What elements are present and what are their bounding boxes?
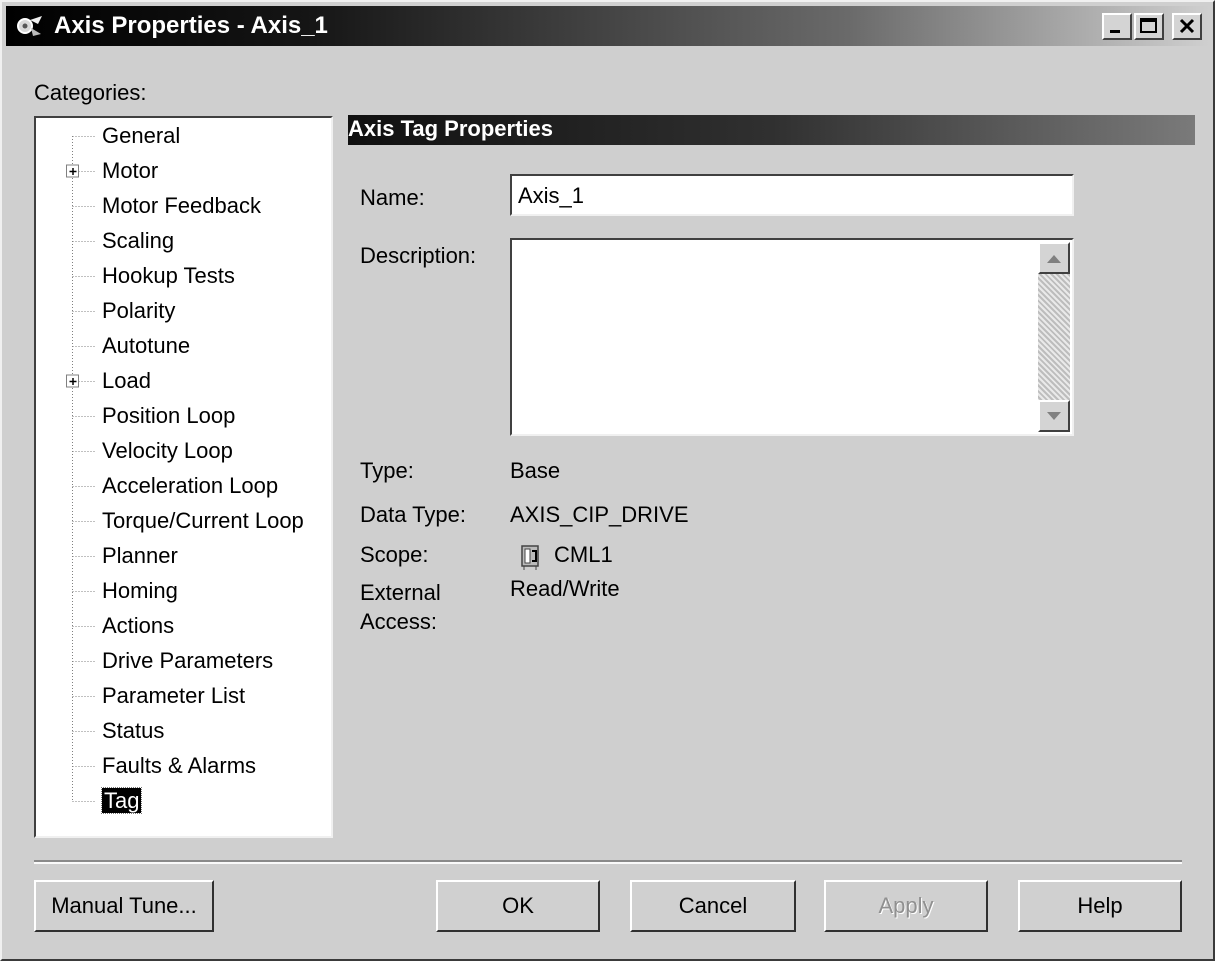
arrow-up-icon (1047, 255, 1061, 263)
expand-plus-icon[interactable] (66, 374, 79, 388)
categories-tree[interactable]: General Motor Motor Feedback Scaling Hookup … (34, 116, 333, 838)
axis-properties-icon (17, 16, 42, 36)
name-input[interactable]: Axis_1 (510, 174, 1074, 216)
minimize-button[interactable] (1102, 13, 1132, 40)
section-header: Axis Tag Properties (348, 115, 1195, 145)
description-label: Description: (360, 243, 477, 268)
section-title: Axis Tag Properties (348, 116, 553, 141)
maximize-icon (1140, 18, 1157, 33)
external-access-label-line1: External (360, 580, 441, 605)
tree-item-label: Planner (102, 543, 178, 568)
minimize-icon (1110, 30, 1120, 33)
expand-plus-icon[interactable] (66, 164, 79, 178)
tree-item-autotune[interactable]: Autotune (102, 332, 190, 360)
window-title: Axis Properties - Axis_1 (54, 12, 328, 39)
external-access-label-line2: Access: (360, 609, 438, 634)
title-bar[interactable]: Axis Properties - Axis_1 (6, 6, 1209, 46)
scroll-up-button[interactable] (1038, 242, 1070, 274)
tree-item-label: Hookup Tests (102, 263, 235, 288)
close-button[interactable] (1172, 13, 1202, 40)
tree-item-label: Position Loop (102, 403, 236, 428)
external-access-value: Read/Write (510, 576, 620, 601)
apply-button[interactable]: Apply (824, 880, 988, 932)
scope-value: CML1 (554, 542, 613, 567)
tree-item-load[interactable]: Load (102, 367, 151, 395)
tree-item-motor-feedback[interactable]: Motor Feedback (102, 192, 261, 220)
tree-item-label: Polarity (102, 298, 176, 323)
tree-item-label: Motor (102, 158, 159, 183)
tree-item-general[interactable]: General (102, 122, 180, 150)
tree-item-homing[interactable]: Homing (102, 577, 178, 605)
description-scrollbar[interactable] (1038, 242, 1070, 432)
tree-item-velocity-loop[interactable]: Velocity Loop (102, 437, 233, 465)
tree-item-position-loop[interactable]: Position Loop (102, 402, 235, 430)
tree-item-hookup-tests[interactable]: Hookup Tests (102, 262, 235, 290)
tree-item-label: Load (102, 368, 151, 393)
scroll-down-button[interactable] (1038, 400, 1070, 432)
tree-item-label: Tag (100, 787, 143, 814)
cancel-button[interactable]: Cancel (630, 880, 796, 932)
axis-properties-window: Axis Properties - Axis_1 Categories: Gen… (0, 0, 1215, 961)
type-value: Base (510, 458, 561, 483)
help-button[interactable]: Help (1018, 880, 1182, 932)
tree-item-label: Actions (102, 613, 175, 638)
tree-item-status[interactable]: Status (102, 717, 164, 745)
tree-item-label: Autotune (102, 333, 191, 358)
data-type-label: Data Type: (360, 502, 466, 527)
arrow-down-icon (1047, 412, 1061, 420)
tree-item-label: Faults & Alarms (102, 753, 257, 778)
tree-item-torque-current-loop[interactable]: Torque/Current Loop (102, 507, 304, 535)
tree-item-polarity[interactable]: Polarity (102, 297, 175, 325)
maximize-button[interactable] (1134, 13, 1164, 40)
footer-separator (34, 860, 1182, 864)
tree-item-label: Parameter List (102, 683, 246, 708)
tree-item-parameter-list[interactable]: Parameter List (102, 682, 245, 710)
tree-item-label: Acceleration Loop (102, 473, 279, 498)
tree-item-faults-alarms[interactable]: Faults & Alarms (102, 752, 256, 780)
close-icon (1179, 18, 1195, 34)
categories-label: Categories: (34, 80, 147, 105)
tree-item-label: General (102, 123, 181, 148)
tree-item-drive-parameters[interactable]: Drive Parameters (102, 647, 273, 675)
controller-icon (521, 545, 539, 570)
tree-item-scaling[interactable]: Scaling (102, 227, 174, 255)
tree-item-acceleration-loop[interactable]: Acceleration Loop (102, 472, 278, 500)
tree-item-planner[interactable]: Planner (102, 542, 178, 570)
name-label: Name: (360, 185, 425, 210)
description-input[interactable] (510, 238, 1074, 436)
tree-item-actions[interactable]: Actions (102, 612, 174, 640)
tree-item-label: Velocity Loop (102, 438, 233, 463)
tree-item-label: Status (102, 718, 165, 743)
tree-item-label: Torque/Current Loop (102, 508, 304, 533)
tree-item-motor[interactable]: Motor (102, 157, 158, 185)
tree-item-label: Drive Parameters (102, 648, 274, 673)
ok-button[interactable]: OK (436, 880, 600, 932)
tree-item-label: Motor Feedback (102, 193, 261, 218)
tree-item-label: Scaling (102, 228, 175, 253)
tree-item-label: Homing (102, 578, 178, 603)
tree-item-tag[interactable]: Tag (100, 787, 143, 815)
type-label: Type: (360, 458, 414, 483)
manual-tune-button[interactable]: Manual Tune... (34, 880, 214, 932)
data-type-value: AXIS_CIP_DRIVE (510, 502, 689, 527)
scope-label: Scope: (360, 542, 429, 567)
